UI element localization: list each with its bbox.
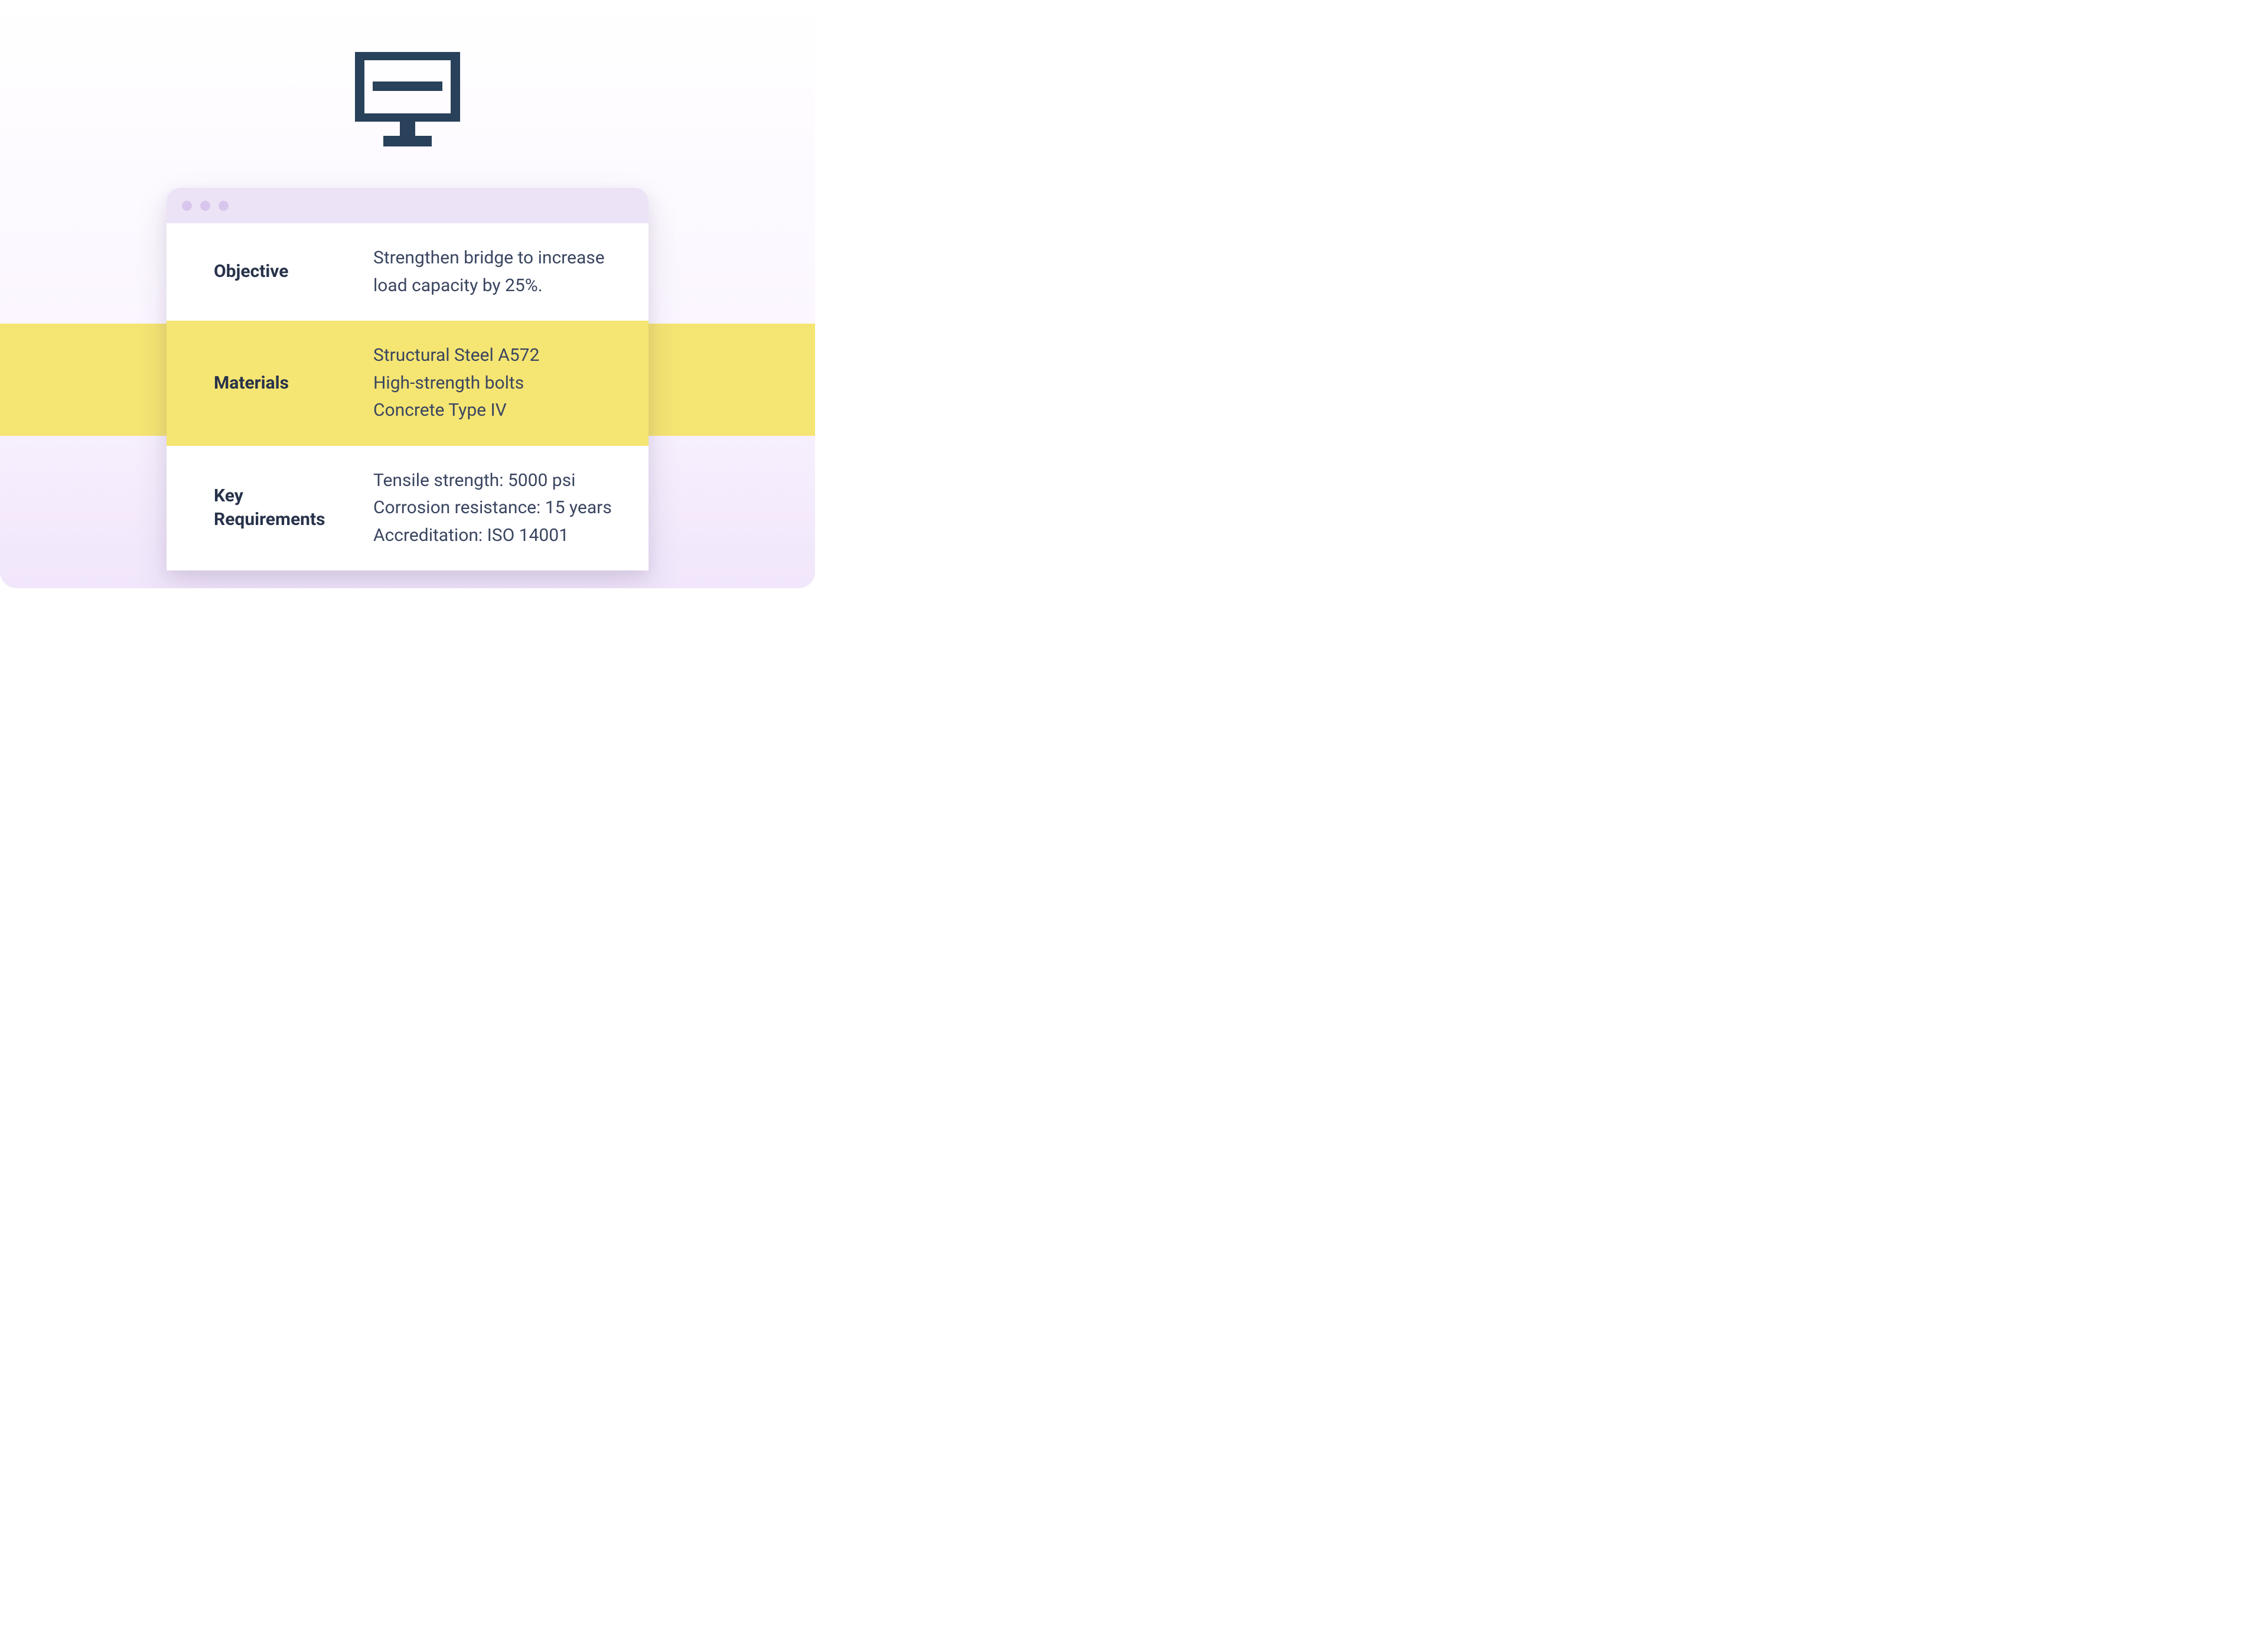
row-value: Strengthen bridge to increase load capac…	[373, 244, 619, 299]
window-titlebar	[167, 188, 649, 223]
row-label: Materials	[214, 371, 350, 396]
canvas: Objective Strengthen bridge to increase …	[0, 0, 815, 588]
spec-window: Objective Strengthen bridge to increase …	[167, 188, 649, 570]
row-key-requirements: Key Requirements Tensile strength: 5000 …	[167, 446, 649, 571]
monitor-icon	[355, 52, 460, 146]
row-objective: Objective Strengthen bridge to increase …	[167, 223, 649, 321]
row-materials: Materials Structural Steel A572 High-str…	[167, 321, 649, 446]
row-label: Key Requirements	[214, 484, 350, 532]
row-value: Tensile strength: 5000 psi Corrosion res…	[373, 467, 619, 550]
traffic-light-dot	[219, 201, 229, 211]
traffic-light-dot	[200, 201, 210, 211]
row-value: Structural Steel A572 High-strength bolt…	[373, 342, 619, 425]
row-label: Objective	[214, 260, 350, 284]
traffic-light-dot	[182, 201, 192, 211]
